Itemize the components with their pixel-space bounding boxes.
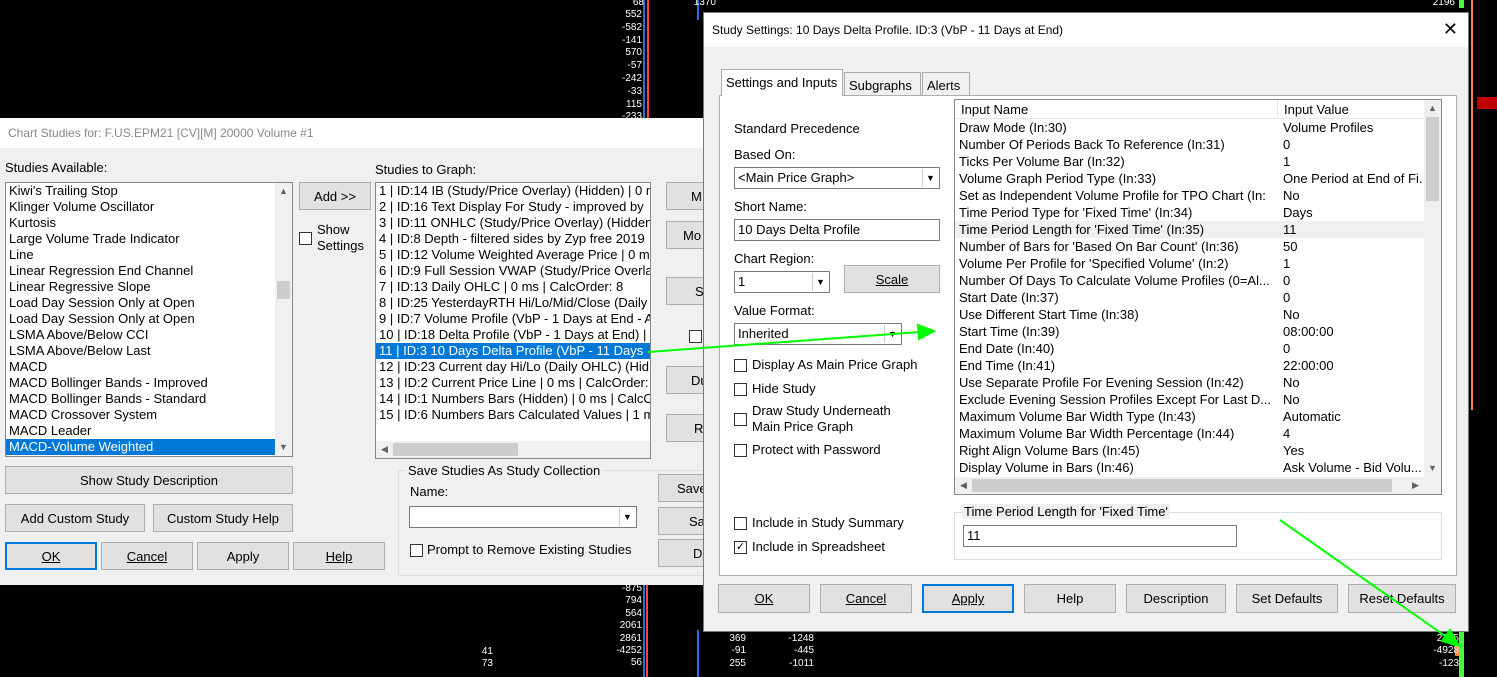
tab-settings-and-inputs[interactable]: Settings and Inputs — [721, 69, 843, 96]
arrow-to-chart — [1279, 519, 1462, 648]
annotation-arrows — [647, 323, 1462, 648]
arrow-to-inputs — [647, 323, 937, 353]
